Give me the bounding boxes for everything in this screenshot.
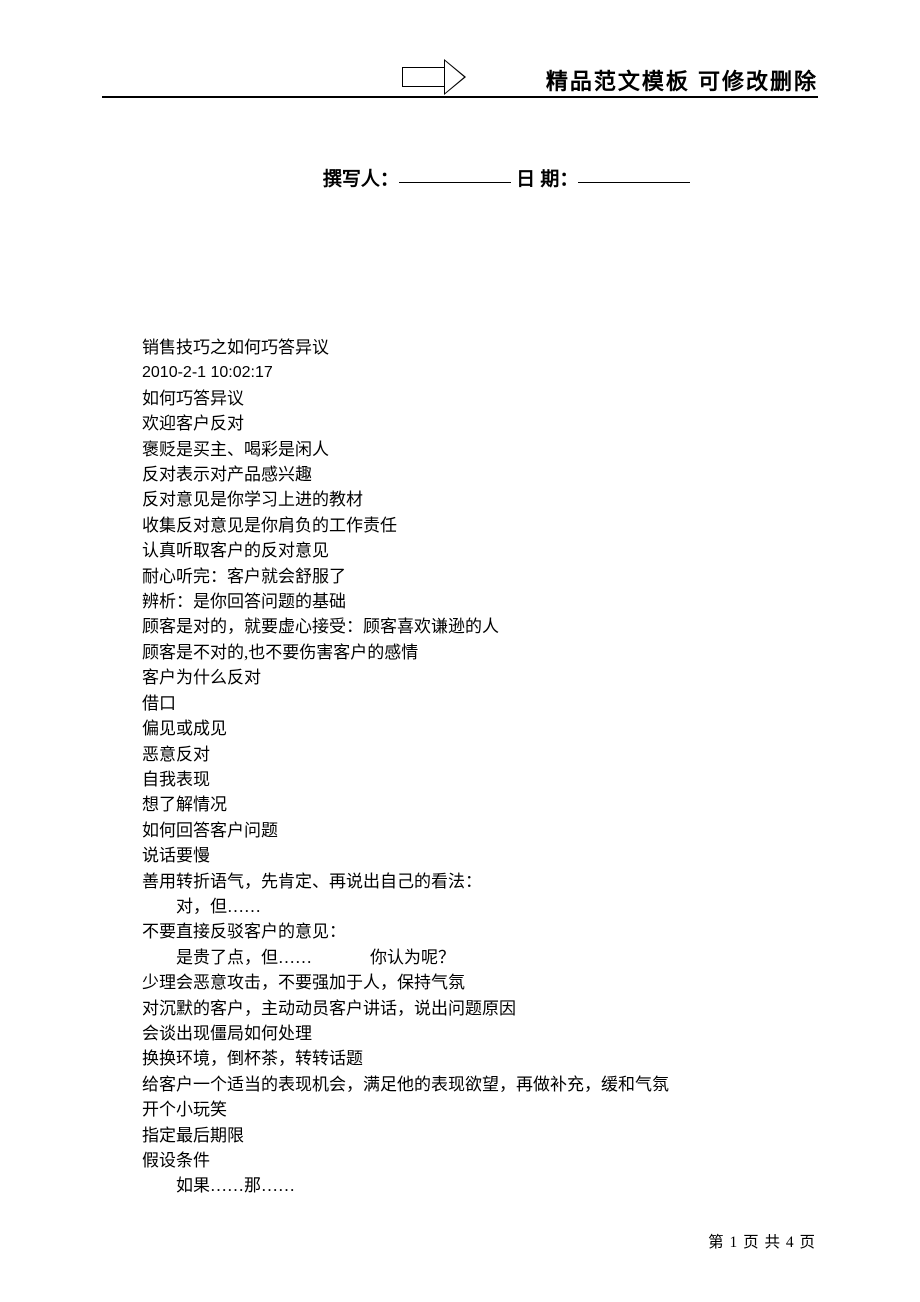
body-line: 如果……那…… (142, 1173, 780, 1198)
body-line: 少理会恶意攻击，不要强加于人，保持气氛 (142, 970, 780, 995)
body-line: 恶意反对 (142, 742, 780, 767)
body-line: 对，但…… (142, 894, 780, 919)
arrow-icon (402, 62, 467, 92)
author-blank (399, 182, 511, 183)
body-line: 辨析：是你回答问题的基础 (142, 589, 780, 614)
body-line: 欢迎客户反对 (142, 411, 780, 436)
body-span: 是贵了点，但…… (176, 948, 312, 967)
page-footer: 第 1 页 共 4 页 (708, 1230, 816, 1252)
body-line: 客户为什么反对 (142, 665, 780, 690)
body-line: 换换环境，倒杯茶，转转话题 (142, 1046, 780, 1071)
header-title: 精品范文模板 可修改删除 (546, 64, 818, 96)
author-line: 撰写人： 日 期： (102, 164, 818, 191)
body-line: 假设条件 (142, 1148, 780, 1173)
body-line: 顾客是不对的,也不要伤害客户的感情 (142, 640, 780, 665)
body-line: 反对表示对产品感兴趣 (142, 462, 780, 487)
body-line: 借口 (142, 691, 780, 716)
document-body: 销售技巧之如何巧答异议 2010-2-1 10:02:17 如何巧答异议 欢迎客… (142, 335, 780, 1199)
body-line: 认真听取客户的反对意见 (142, 538, 780, 563)
body-line: 不要直接反驳客户的意见： (142, 919, 780, 944)
header-rule (102, 96, 818, 98)
body-line: 善用转折语气，先肯定、再说出自己的看法： (142, 869, 780, 894)
body-span: 你认为呢？ (370, 948, 455, 967)
date-blank (578, 182, 690, 183)
body-line: 自我表现 (142, 767, 780, 792)
body-line: 褒贬是买主、喝彩是闲人 (142, 437, 780, 462)
body-line: 顾客是对的，就要虚心接受：顾客喜欢谦逊的人 (142, 614, 780, 639)
body-line: 说话要慢 (142, 843, 780, 868)
body-line: 是贵了点，但…… 你认为呢？ (142, 945, 780, 970)
body-line: 偏见或成见 (142, 716, 780, 741)
body-line: 如何巧答异议 (142, 386, 780, 411)
body-line: 开个小玩笑 (142, 1097, 780, 1122)
body-line: 耐心听完：客户就会舒服了 (142, 564, 780, 589)
body-line: 想了解情况 (142, 792, 780, 817)
body-line: 销售技巧之如何巧答异议 (142, 335, 780, 360)
body-timestamp: 2010-2-1 10:02:17 (142, 360, 780, 385)
body-line: 对沉默的客户，主动动员客户讲话，说出问题原因 (142, 996, 780, 1021)
body-line: 给客户一个适当的表现机会，满足他的表现欲望，再做补充，缓和气氛 (142, 1072, 780, 1097)
body-line: 指定最后期限 (142, 1123, 780, 1148)
body-line: 会谈出现僵局如何处理 (142, 1021, 780, 1046)
body-line: 反对意见是你学习上进的教材 (142, 487, 780, 512)
author-label: 撰写人： (323, 169, 399, 190)
date-label: 日 期： (516, 169, 578, 190)
body-line: 如何回答客户问题 (142, 818, 780, 843)
body-line: 收集反对意见是你肩负的工作责任 (142, 513, 780, 538)
